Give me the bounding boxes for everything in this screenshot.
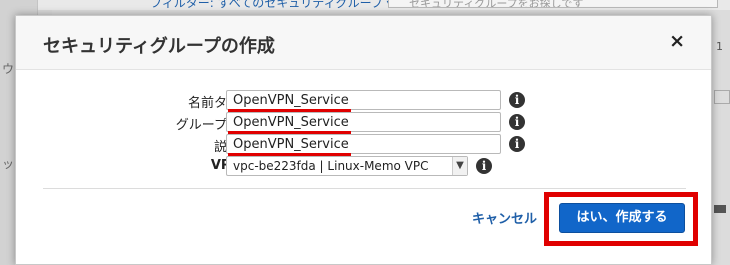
cancel-button[interactable]: キャンセル xyxy=(472,208,537,227)
sidebar-text-fragment: ッ xyxy=(2,157,15,171)
close-icon[interactable]: × xyxy=(669,30,685,52)
info-icon[interactable]: i xyxy=(476,158,492,174)
create-button[interactable]: はい、作成する xyxy=(559,203,685,233)
description-row: 説明 i xyxy=(16,134,713,157)
info-icon[interactable]: i xyxy=(509,92,525,108)
background-number: 1 xyxy=(716,40,723,53)
description-input[interactable] xyxy=(226,134,501,154)
name-tag-input[interactable] xyxy=(226,90,501,110)
info-icon[interactable]: i xyxy=(509,136,525,152)
background-checkbox xyxy=(714,90,730,104)
search-input[interactable]: セキュリティグループをお探しです xyxy=(388,0,718,8)
vpc-row: VPC vpc-be223fda | Linux-Memo VPC ▼ i xyxy=(16,156,713,176)
info-icon[interactable]: i xyxy=(509,114,525,130)
create-security-group-dialog: セキュリティグループの作成 × 名前タグ i グループ名 i 説明 i VPC … xyxy=(15,15,712,265)
dialog-divider xyxy=(43,188,686,189)
vpc-select[interactable]: vpc-be223fda | Linux-Memo VPC xyxy=(226,156,468,176)
sidebar-text-fragment: ウ xyxy=(2,62,15,76)
vpc-select-value: vpc-be223fda | Linux-Memo VPC xyxy=(233,159,429,173)
dialog-header: セキュリティグループの作成 × xyxy=(16,16,711,70)
chevron-down-icon[interactable]: ▼ xyxy=(452,157,467,175)
dialog-title: セキュリティグループの作成 xyxy=(43,36,275,57)
group-name-input[interactable] xyxy=(226,112,501,132)
group-name-row: グループ名 i xyxy=(16,112,713,135)
name-tag-row: 名前タグ i xyxy=(16,90,713,113)
background-button xyxy=(714,205,726,213)
filter-dropdown[interactable]: フィルター: すべてのセキュリティグループ ▾ xyxy=(150,0,393,11)
